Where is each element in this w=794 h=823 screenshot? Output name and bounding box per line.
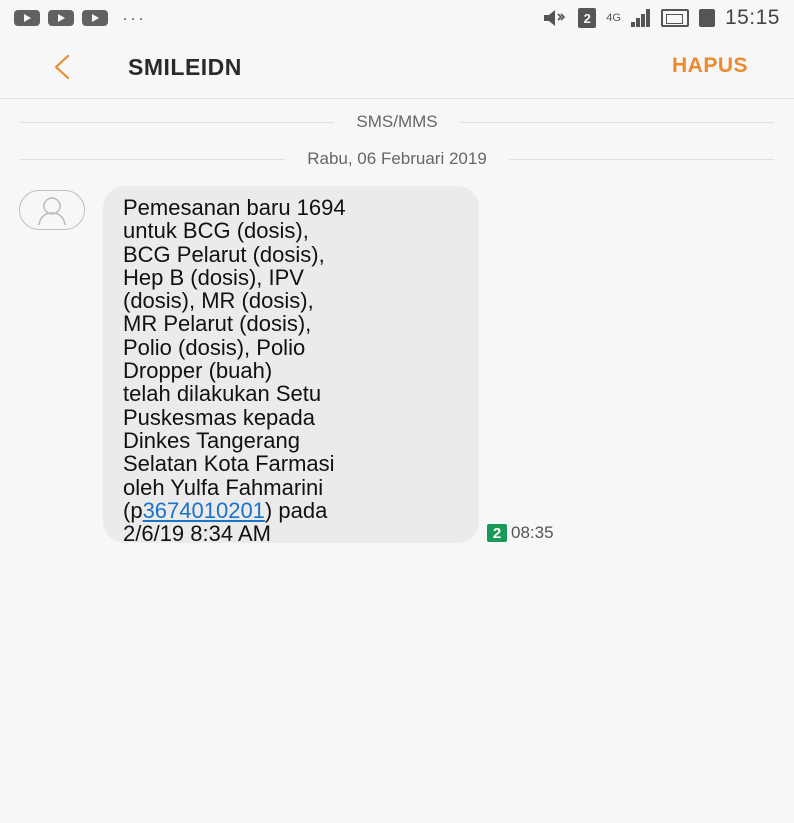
signal-box-icon: [660, 9, 689, 27]
phone-number-link[interactable]: 3674010201: [143, 498, 265, 523]
delete-button[interactable]: HAPUS: [672, 54, 748, 78]
mute-icon: [542, 8, 568, 28]
status-bar: ··· 2 4G 15:15: [0, 0, 794, 36]
notification-icons: ···: [14, 8, 146, 29]
sim-icon: 2: [578, 8, 597, 28]
more-notifications-indicator: ···: [122, 7, 146, 28]
network-icon: 4G: [606, 12, 621, 24]
message-meta: 2 08:35: [487, 523, 554, 543]
channel-label: SMS/MMS: [356, 112, 438, 131]
back-button[interactable]: [45, 50, 79, 84]
avatar[interactable]: [19, 190, 85, 230]
message-line: Hep B (dosis), IPV: [123, 264, 304, 290]
date-label: Rabu, 06 Februari 2019: [307, 149, 487, 168]
link-suffix: ) pada: [264, 497, 328, 523]
message-line: Selatan Kota Farmasi: [123, 451, 335, 477]
date-divider: Rabu, 06 Februari 2019: [20, 147, 774, 171]
message-line: Dropper (buah): [123, 358, 273, 384]
message-line: Dinkes Tangerang: [123, 427, 300, 453]
app-bar: SMILEIDN HAPUS: [0, 36, 794, 99]
message-line: MR Pelarut (dosis),: [123, 311, 312, 337]
message-line: untuk BCG (dosis),: [123, 218, 309, 244]
sim-badge: 2: [487, 524, 507, 542]
message-line: (p3674010201) pada: [123, 499, 479, 522]
chevron-left-icon: [54, 54, 70, 80]
clock: 15:15: [724, 6, 780, 29]
message-time: 08:35: [511, 523, 554, 542]
divider-line: [20, 158, 286, 160]
signal-icon: [630, 9, 651, 27]
youtube-icon: [82, 10, 108, 26]
message-line: Puskesmas kepada: [123, 404, 315, 430]
divider-line: [20, 121, 335, 123]
message-line: 2/6/19 8:34 AM: [123, 521, 271, 547]
message-line: BCG Pelarut (dosis),: [123, 241, 325, 267]
divider-line: [459, 121, 775, 123]
message-line: oleh Yulfa Fahmarini: [123, 474, 324, 500]
link-prefix: (p: [123, 497, 143, 523]
contact-icon: [38, 197, 66, 225]
message-line: (dosis), MR (dosis),: [123, 288, 314, 314]
message-line: telah dilakukan Setu: [123, 381, 322, 407]
message-line: Polio (dosis), Polio: [123, 334, 306, 360]
system-icons: 2 4G 15:15: [542, 6, 780, 30]
conversation-title: SMILEIDN: [128, 54, 242, 80]
battery-icon: [698, 9, 715, 27]
message-bubble[interactable]: Pemesanan baru 1694 untuk BCG (dosis), B…: [103, 186, 479, 547]
message-line: Pemesanan baru 1694: [123, 195, 346, 220]
channel-divider: SMS/MMS: [20, 110, 775, 134]
divider-line: [508, 158, 774, 160]
youtube-icon: [14, 10, 40, 26]
youtube-icon: [48, 10, 74, 26]
